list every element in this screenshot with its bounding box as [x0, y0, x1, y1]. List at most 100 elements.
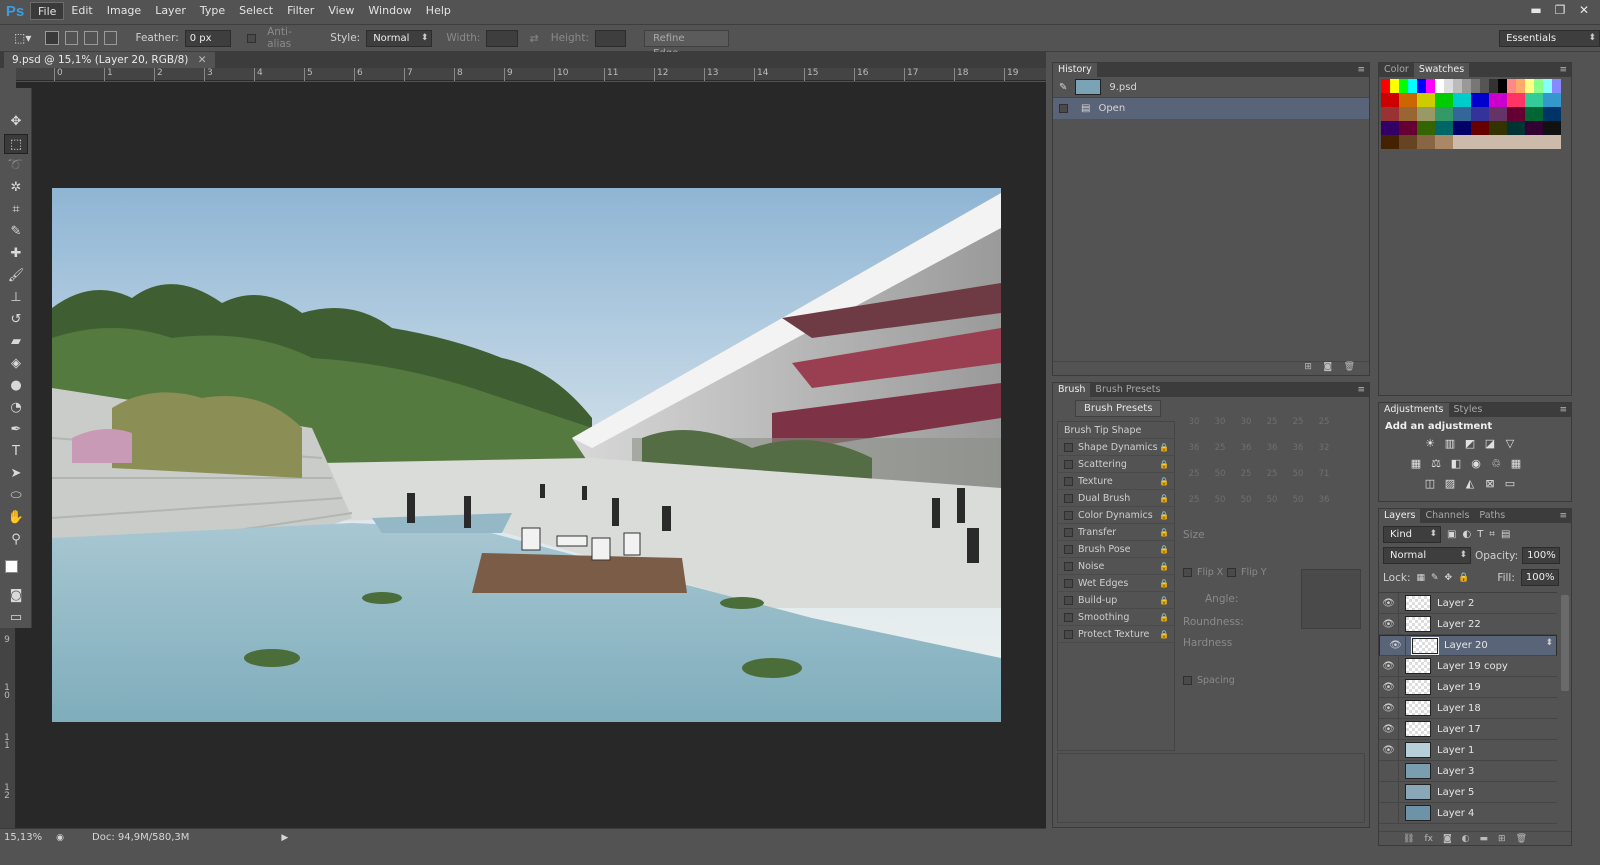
brush-option-build-up[interactable]: Build-up 🔒	[1058, 592, 1174, 609]
visibility-eye-icon[interactable]: 👁	[1386, 635, 1406, 656]
fill-input[interactable]: 100%	[1520, 569, 1559, 586]
pen-tool-icon[interactable]: ✒	[4, 420, 28, 440]
document-tab[interactable]: 9.psd @ 15,1% (Layer 20, RGB/8) ✕	[4, 52, 215, 68]
crop-tool-icon[interactable]: ⌗	[4, 200, 28, 220]
camera-icon[interactable]: ◙	[1323, 362, 1332, 372]
folder-icon[interactable]: ▬	[1480, 834, 1489, 844]
menu-image[interactable]: Image	[100, 2, 148, 20]
eyedropper-tool-icon[interactable]: ✎	[4, 222, 28, 242]
filter-shape-icon[interactable]: ⌗	[1489, 529, 1495, 540]
subtract-selection-icon[interactable]	[84, 31, 98, 45]
history-snapshot[interactable]: ✎ 9.psd	[1053, 77, 1369, 98]
zoom-tool-icon[interactable]: ⚲	[4, 530, 28, 550]
brush-option-noise[interactable]: Noise 🔒	[1058, 558, 1174, 575]
tab-channels[interactable]: Channels	[1420, 509, 1474, 523]
swap-icon[interactable]: ⇄	[530, 32, 539, 45]
status-arrow-icon[interactable]: ▶	[281, 833, 288, 843]
workspace-select[interactable]: Essentials	[1499, 29, 1600, 47]
visibility-eye-icon[interactable]: 👁	[1379, 739, 1399, 761]
threshold-icon[interactable]: ◭	[1463, 478, 1477, 490]
selective-color-icon[interactable]: ⊠	[1483, 478, 1497, 490]
tab-styles[interactable]: Styles	[1449, 403, 1488, 417]
tab-adjustments[interactable]: Adjustments	[1379, 403, 1449, 417]
layers-scrollbar[interactable]	[1561, 595, 1569, 691]
eraser-tool-icon[interactable]: ▰	[4, 332, 28, 352]
visibility-eye-icon[interactable]: 👁	[1379, 676, 1399, 698]
brush-tip-grid[interactable]: 30 30 30 25 25 25 36 25 36 36 36 32 25 5…	[1181, 399, 1361, 519]
lasso-tool-icon[interactable]: ➰	[4, 156, 28, 176]
healing-brush-tool-icon[interactable]: ✚	[4, 244, 28, 264]
layer-row[interactable]: 👁 Layer 18	[1379, 697, 1557, 719]
exposure-icon[interactable]: ◪	[1483, 438, 1497, 450]
curves-icon[interactable]: ◩	[1463, 438, 1477, 450]
color-lookup-icon[interactable]: ▦	[1509, 458, 1523, 470]
menu-type[interactable]: Type	[193, 2, 232, 20]
filter-adjustment-icon[interactable]: ◐	[1462, 529, 1471, 540]
visibility-eye-icon[interactable]: 👁	[1379, 718, 1399, 740]
menu-select[interactable]: Select	[232, 2, 280, 20]
photo-filter-icon[interactable]: ◉	[1469, 458, 1483, 470]
brush-tip-shape[interactable]: Brush Tip Shape	[1058, 422, 1174, 439]
panel-menu-icon[interactable]: ≡	[1559, 403, 1567, 417]
brush-tool-icon[interactable]: 🖌	[4, 266, 28, 286]
hue-saturation-icon[interactable]: ▦	[1409, 458, 1423, 470]
ellipse-tool-icon[interactable]: ⬭	[4, 486, 28, 506]
close-button[interactable]: ✕	[1574, 2, 1594, 18]
status-info-icon[interactable]: ◉	[56, 833, 64, 843]
quick-mask-icon[interactable]: ◙	[4, 586, 28, 606]
layer-row[interactable]: Layer 4	[1379, 802, 1557, 824]
visibility-empty[interactable]	[1379, 802, 1399, 824]
flip-x-checkbox[interactable]: Flip X	[1183, 567, 1223, 578]
brush-angle-preview[interactable]	[1301, 569, 1361, 629]
menu-view[interactable]: View	[321, 2, 361, 20]
mask-icon[interactable]: ◙	[1443, 834, 1452, 844]
screen-mode-icon[interactable]: ▭	[4, 608, 28, 628]
intersect-selection-icon[interactable]	[103, 31, 118, 45]
gradient-map-icon[interactable]: ▭	[1503, 478, 1517, 490]
visibility-empty[interactable]	[1379, 760, 1399, 782]
posterize-icon[interactable]: ▨	[1443, 478, 1457, 490]
new-selection-icon[interactable]	[45, 31, 59, 45]
invert-icon[interactable]: ◫	[1423, 478, 1437, 490]
zoom-level[interactable]: 15,13%	[4, 832, 42, 843]
add-selection-icon[interactable]	[64, 31, 79, 45]
layer-row[interactable]: 👁 Layer 2	[1379, 592, 1557, 614]
link-icon[interactable]: ⛓	[1403, 834, 1414, 844]
brush-option-smoothing[interactable]: Smoothing 🔒	[1058, 609, 1174, 626]
menu-window[interactable]: Window	[361, 2, 418, 20]
layer-row[interactable]: 👁 Layer 17	[1379, 718, 1557, 740]
panel-menu-icon[interactable]: ≡	[1357, 63, 1365, 77]
clone-stamp-tool-icon[interactable]: ⊥	[4, 288, 28, 308]
trash-icon[interactable]: 🗑	[1516, 834, 1527, 844]
menu-layer[interactable]: Layer	[148, 2, 193, 20]
tab-swatches[interactable]: Swatches	[1413, 63, 1470, 77]
channel-mixer-icon[interactable]: ♲	[1489, 458, 1503, 470]
brush-option-wet-edges[interactable]: Wet Edges 🔒	[1058, 575, 1174, 592]
color-balance-icon[interactable]: ⚖	[1429, 458, 1443, 470]
visibility-eye-icon[interactable]: 👁	[1379, 655, 1399, 677]
tab-color[interactable]: Color	[1379, 63, 1414, 77]
type-tool-icon[interactable]: T	[4, 442, 28, 462]
history-state-checkbox[interactable]	[1059, 104, 1068, 113]
brush-option-dual-brush[interactable]: Dual Brush 🔒	[1058, 490, 1174, 507]
layer-row[interactable]: Layer 5	[1379, 781, 1557, 803]
lock-pixels-icon[interactable]: ✎	[1431, 573, 1439, 583]
opacity-input[interactable]: 100%	[1522, 547, 1561, 564]
tab-brush-presets[interactable]: Brush Presets	[1090, 383, 1165, 397]
foreground-color-swatch[interactable]	[5, 560, 18, 573]
minimize-button[interactable]: ▬	[1526, 2, 1546, 18]
brush-option-protect-texture[interactable]: Protect Texture 🔒	[1058, 626, 1174, 643]
layer-row[interactable]: 👁 Layer 22	[1379, 613, 1557, 635]
filter-smart-icon[interactable]: ▤	[1501, 529, 1510, 540]
height-input[interactable]	[594, 29, 627, 47]
lock-transparent-icon[interactable]: ▦	[1416, 573, 1425, 583]
layer-row[interactable]: 👁 Layer 19	[1379, 676, 1557, 698]
visibility-eye-icon[interactable]: 👁	[1379, 592, 1399, 614]
menu-edit[interactable]: Edit	[64, 2, 99, 20]
brush-presets-button[interactable]: Brush Presets	[1075, 400, 1162, 417]
filter-type-icon[interactable]: T	[1477, 529, 1483, 540]
levels-icon[interactable]: ▥	[1443, 438, 1457, 450]
lock-position-icon[interactable]: ✥	[1445, 573, 1453, 583]
visibility-empty[interactable]	[1379, 781, 1399, 803]
brush-option-texture[interactable]: Texture 🔒	[1058, 473, 1174, 490]
